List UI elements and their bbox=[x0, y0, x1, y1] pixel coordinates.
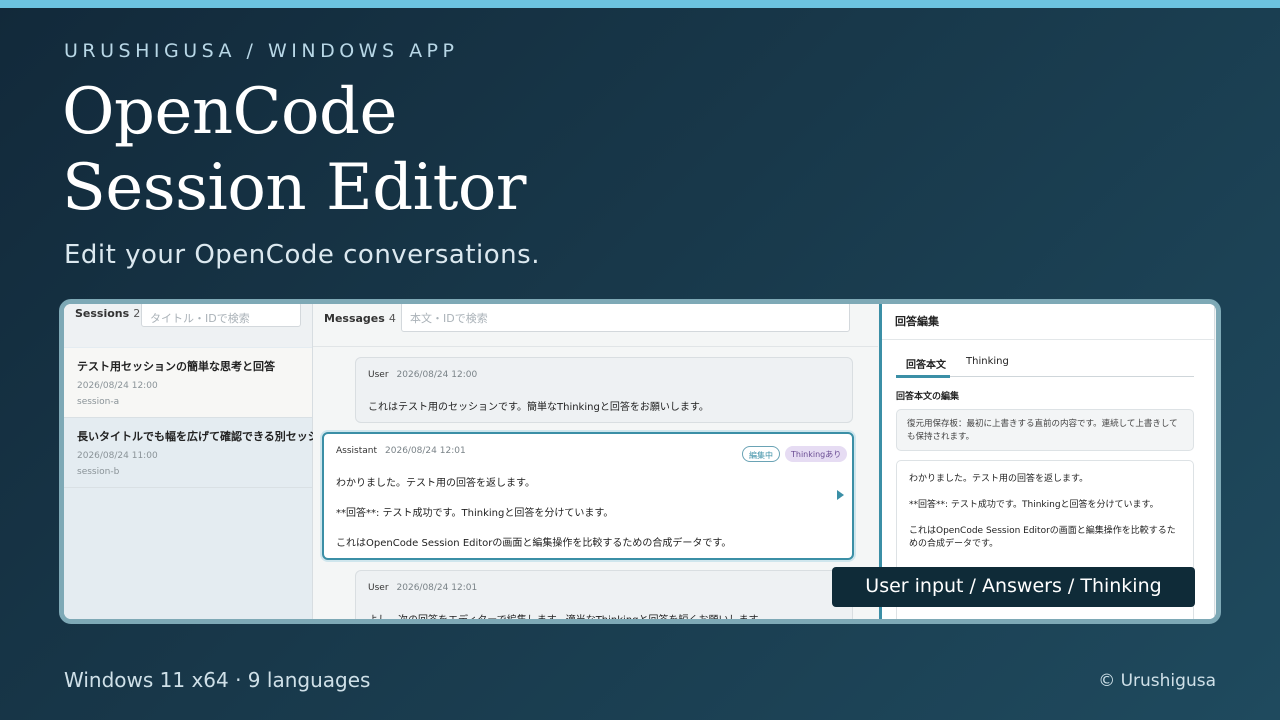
message-meta: User 2026/08/24 12:01 bbox=[368, 583, 477, 593]
brand-line: URUSHIGUSA / WINDOWS APP bbox=[64, 40, 459, 62]
session-item[interactable]: 長いタイトルでも幅を広げて確認できる別セッション 2026/08/24 11:0… bbox=[64, 418, 341, 488]
message-date: 2026/08/24 12:01 bbox=[396, 583, 478, 593]
session-title: テスト用セッションの簡単な思考と回答 bbox=[77, 360, 275, 373]
sessions-count: 2 bbox=[133, 307, 141, 320]
editor-line: わかりました。テスト用の回答を返します。 bbox=[909, 474, 1089, 484]
subtitle: Edit your OpenCode conversations. bbox=[64, 240, 540, 270]
session-id: session-b bbox=[77, 467, 120, 477]
copyright: © Urushigusa bbox=[1098, 671, 1216, 691]
session-item[interactable]: テスト用セッションの簡単な思考と回答 2026/08/24 12:00 sess… bbox=[64, 348, 312, 418]
message-text: わかりました。テスト用の回答を返します。 bbox=[336, 478, 535, 489]
session-id: session-a bbox=[77, 397, 120, 407]
sessions-label: Sessions 2 bbox=[75, 307, 140, 320]
message-card-user[interactable]: User 2026/08/24 12:00 これはテスト用のセッションです。簡単な… bbox=[355, 357, 853, 423]
message-text: これはテスト用のセッションです。簡単なThinkingと回答をお願いします。 bbox=[368, 402, 709, 413]
editor-line: **回答**: テスト成功です。Thinkingと回答を分けています。 bbox=[909, 500, 1159, 510]
window-edge-strip bbox=[1216, 304, 1221, 619]
messages-search-input[interactable]: 本文・IDで検索 bbox=[401, 304, 850, 332]
editing-badge: 編集中 bbox=[742, 446, 780, 462]
message-role: User bbox=[368, 370, 389, 380]
message-role: Assistant bbox=[336, 446, 378, 456]
message-card-user[interactable]: User 2026/08/24 12:01 よし、次の回答をエディターで編集します… bbox=[355, 570, 853, 624]
session-date: 2026/08/24 12:00 bbox=[77, 381, 158, 391]
session-date: 2026/08/24 11:00 bbox=[77, 451, 158, 461]
message-text: **回答**: テスト成功です。Thinkingと回答を分けています。 bbox=[336, 508, 614, 519]
sessions-search-input[interactable]: タイトル・IDで検索 bbox=[141, 304, 301, 327]
feature-caption: User input / Answers / Thinking bbox=[832, 567, 1195, 607]
top-accent-bar bbox=[0, 0, 1280, 8]
title-line-1: OpenCode bbox=[62, 75, 397, 149]
messages-header: Messages 4 本文・IDで検索 bbox=[313, 304, 878, 347]
editor-line: これはOpenCode Session Editorの画面と編集操作を比較するた… bbox=[909, 526, 1176, 549]
tab-answer-body[interactable]: 回答本文 bbox=[906, 356, 946, 371]
editor-divider bbox=[882, 339, 1214, 340]
messages-label: Messages 4 bbox=[324, 312, 396, 325]
sessions-header: Sessions 2 タイトル・IDで検索 bbox=[64, 304, 312, 347]
message-date: 2026/08/24 12:01 bbox=[385, 446, 466, 456]
messages-count: 4 bbox=[388, 312, 396, 325]
message-meta: Assistant 2026/08/24 12:01 bbox=[336, 446, 466, 456]
message-text: これはOpenCode Session Editorの画面と編集操作を比較するた… bbox=[336, 538, 732, 549]
messages-pane: Messages 4 本文・IDで検索 User 2026/08/24 12:00 … bbox=[313, 304, 878, 619]
tab-thinking[interactable]: Thinking bbox=[966, 356, 1009, 367]
editor-section-label: 回答本文の編集 bbox=[896, 392, 960, 402]
message-date: 2026/08/24 12:00 bbox=[396, 370, 478, 380]
message-meta: User 2026/08/24 12:00 bbox=[368, 370, 477, 380]
messages-label-text: Messages bbox=[324, 312, 385, 325]
sessions-pane: Sessions 2 タイトル・IDで検索 テスト用セッションの簡単な思考と回答 … bbox=[64, 304, 341, 619]
tab-active-indicator bbox=[896, 375, 950, 378]
platform-info: Windows 11 x64 · 9 languages bbox=[64, 668, 371, 692]
backup-note: 復元用保存板：最初に上書きする直前の内容です。連続して上書きしても保持されます。 bbox=[896, 409, 1194, 451]
thinking-badge: Thinkingあり bbox=[785, 446, 848, 462]
message-text: よし、次の回答をエディターで編集します。適当なThinkingと回答を短くお願い… bbox=[368, 615, 768, 624]
message-role: User bbox=[368, 583, 389, 593]
expand-arrow-icon[interactable] bbox=[837, 490, 844, 500]
session-title: 長いタイトルでも幅を広げて確認できる別セッション bbox=[77, 430, 341, 443]
title-line-2: Session Editor bbox=[62, 151, 526, 225]
sessions-label-text: Sessions bbox=[75, 307, 130, 320]
editor-title: 回答編集 bbox=[895, 315, 939, 328]
message-card-assistant[interactable]: Assistant 2026/08/24 12:01 編集中 Thinkingあり… bbox=[322, 432, 854, 560]
page-title: OpenCode Session Editor bbox=[62, 74, 762, 226]
